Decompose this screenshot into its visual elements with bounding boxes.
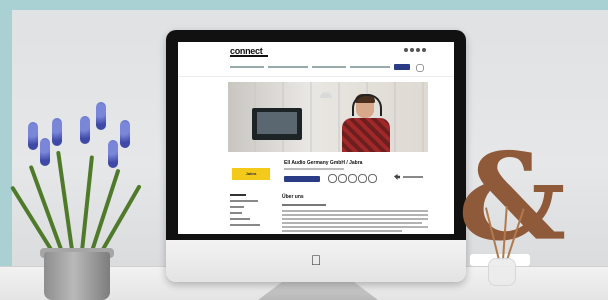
social-icon (404, 48, 408, 52)
nav-menu-text (312, 66, 346, 68)
social-icon (410, 48, 414, 52)
body-text-line (282, 218, 428, 220)
social-round-icon (358, 174, 367, 183)
social-round-icon (338, 174, 347, 183)
monitor-bezel: connect Jabra Ell Audio Germany GmbH / J… (166, 30, 466, 240)
share-icon (394, 174, 400, 180)
company-name: Ell Audio Germany GmbH / Jabra (284, 160, 363, 166)
teal-border-top (0, 0, 608, 10)
body-text-line (282, 226, 428, 228)
social-round-icon (328, 174, 337, 183)
sidebar-item (230, 212, 242, 214)
apple-logo-icon:  (309, 252, 323, 268)
body-text-line (282, 210, 428, 212)
monitor-screen: connect Jabra Ell Audio Germany GmbH / J… (178, 42, 454, 234)
logo-underline (230, 55, 268, 57)
contact-button (284, 176, 320, 182)
social-icon (422, 48, 426, 52)
share-label-line (403, 176, 423, 178)
sidebar-item (230, 206, 244, 208)
sidebar-item (230, 200, 258, 202)
about-title: Über uns (282, 194, 304, 200)
plant-pot (44, 252, 110, 300)
sidebar-item (230, 218, 250, 220)
sidebar-item (230, 224, 260, 226)
person-shirt (342, 118, 390, 152)
website-header: connect (178, 42, 454, 77)
reed-diffuser (488, 258, 516, 286)
body-text-line (282, 204, 326, 206)
body-text-line (282, 222, 422, 224)
desk-lamp (320, 92, 332, 98)
sidebar-item (230, 194, 246, 196)
body-text-line (282, 230, 402, 232)
hero-photo (228, 82, 428, 152)
social-icon (416, 48, 420, 52)
nav-button (394, 64, 410, 70)
body-text-line (282, 214, 428, 216)
company-card: Jabra Ell Audio Germany GmbH / Jabra (228, 154, 428, 190)
laptop-screen (257, 112, 297, 134)
partner-badge: Jabra (232, 168, 270, 180)
imac-monitor: connect Jabra Ell Audio Germany GmbH / J… (166, 30, 466, 282)
search-icon (416, 64, 424, 72)
social-round-icon (368, 174, 377, 183)
photo-scene: connect Jabra Ell Audio Germany GmbH / J… (0, 0, 608, 300)
company-meta-line (284, 168, 344, 170)
headset (352, 94, 382, 116)
nav-menu-text (350, 66, 390, 68)
nav-menu-text (268, 66, 308, 68)
teal-border-left (0, 0, 12, 300)
nav-menu-text (230, 66, 264, 68)
social-round-icon (348, 174, 357, 183)
